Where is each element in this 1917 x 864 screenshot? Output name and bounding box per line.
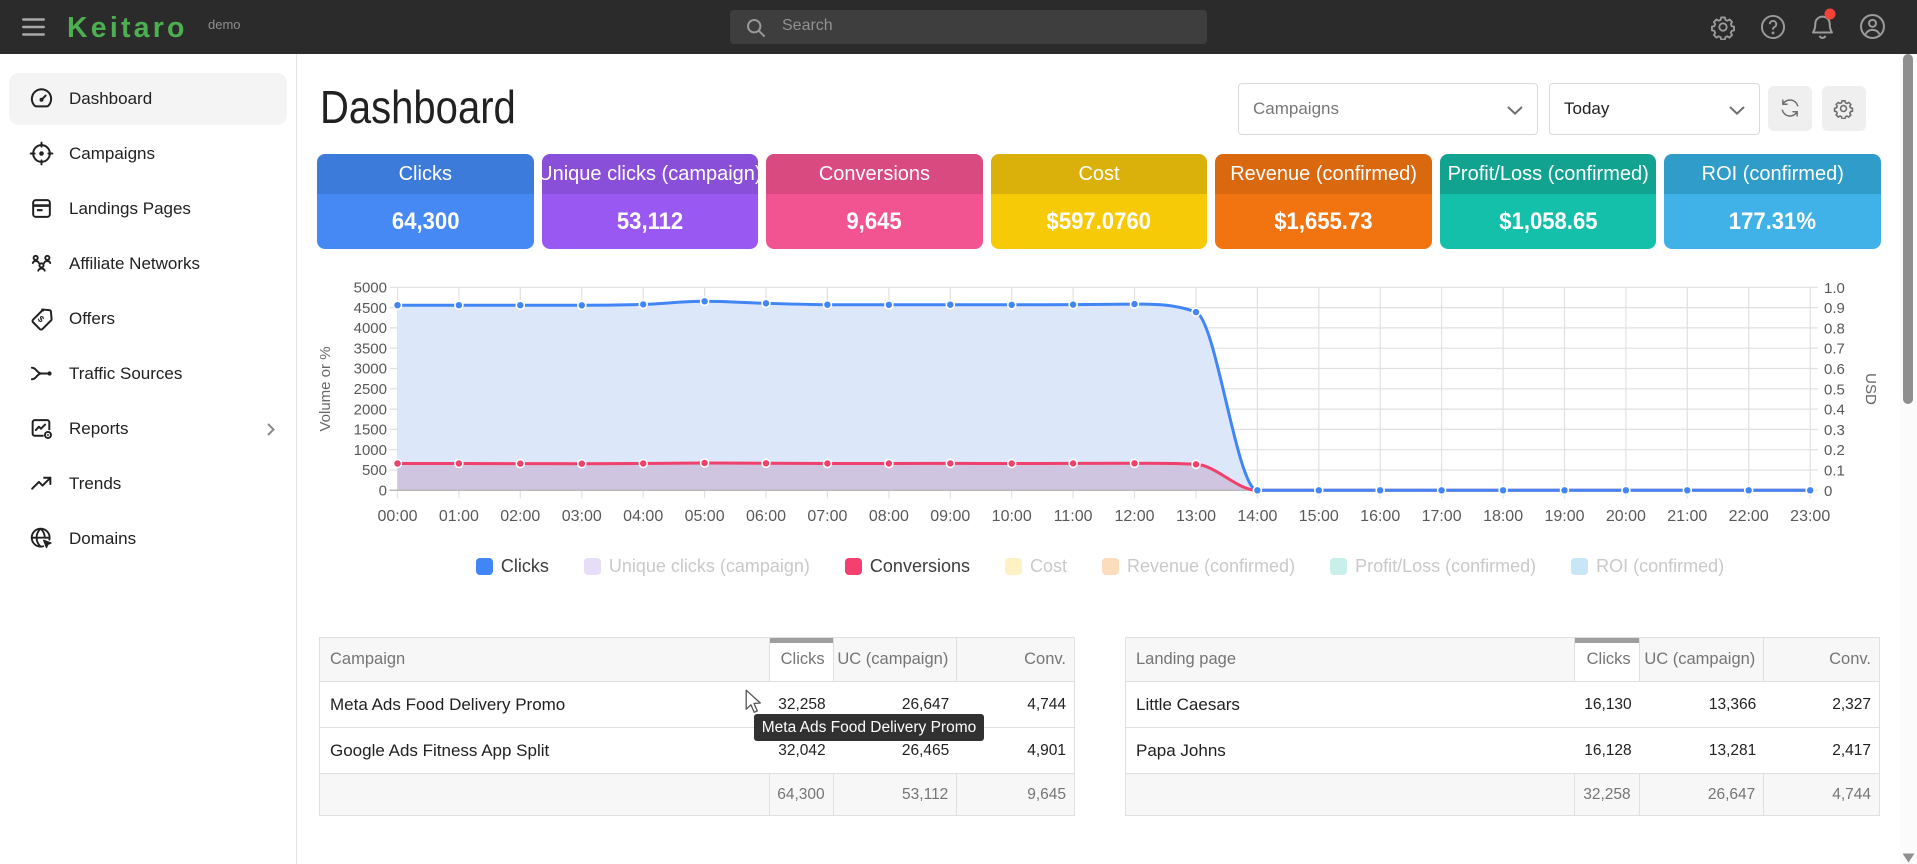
- svg-text:0.4: 0.4: [1824, 402, 1845, 419]
- svg-text:14:00: 14:00: [1237, 508, 1277, 525]
- svg-text:500: 500: [362, 462, 387, 479]
- svg-text:0.8: 0.8: [1824, 320, 1845, 337]
- svg-text:0.1: 0.1: [1824, 463, 1845, 480]
- svg-text:01:00: 01:00: [439, 508, 479, 525]
- svg-text:0.6: 0.6: [1824, 361, 1845, 378]
- svg-text:3000: 3000: [354, 361, 387, 378]
- svg-text:08:00: 08:00: [869, 508, 909, 525]
- svg-text:Volume or %: Volume or %: [317, 346, 334, 431]
- svg-text:16:00: 16:00: [1360, 508, 1400, 525]
- svg-text:2500: 2500: [354, 381, 387, 398]
- svg-text:00:00: 00:00: [377, 508, 417, 525]
- svg-text:0.5: 0.5: [1824, 381, 1845, 398]
- svg-text:3500: 3500: [354, 340, 387, 357]
- svg-text:0: 0: [1824, 483, 1832, 500]
- svg-text:22:00: 22:00: [1729, 508, 1769, 525]
- svg-text:5000: 5000: [354, 280, 387, 297]
- svg-text:18:00: 18:00: [1483, 508, 1523, 525]
- svg-text:15:00: 15:00: [1299, 508, 1339, 525]
- svg-text:03:00: 03:00: [562, 508, 602, 525]
- svg-text:20:00: 20:00: [1606, 508, 1646, 525]
- svg-text:0.3: 0.3: [1824, 422, 1845, 439]
- svg-text:4000: 4000: [354, 320, 387, 337]
- svg-text:0.2: 0.2: [1824, 442, 1845, 459]
- svg-text:02:00: 02:00: [500, 508, 540, 525]
- svg-text:0.7: 0.7: [1824, 341, 1845, 358]
- svg-text:04:00: 04:00: [623, 508, 663, 525]
- svg-text:17:00: 17:00: [1422, 508, 1462, 525]
- svg-text:1000: 1000: [354, 442, 387, 459]
- svg-text:23:00: 23:00: [1790, 508, 1830, 525]
- svg-text:05:00: 05:00: [685, 508, 725, 525]
- svg-text:USD: USD: [1862, 373, 1879, 405]
- svg-text:1500: 1500: [354, 422, 387, 439]
- svg-text:2000: 2000: [354, 401, 387, 418]
- svg-text:10:00: 10:00: [992, 508, 1032, 525]
- svg-text:19:00: 19:00: [1544, 508, 1584, 525]
- svg-text:4500: 4500: [354, 300, 387, 317]
- svg-text:07:00: 07:00: [807, 508, 847, 525]
- svg-text:06:00: 06:00: [746, 508, 786, 525]
- svg-text:11:00: 11:00: [1054, 508, 1093, 525]
- svg-text:12:00: 12:00: [1114, 508, 1154, 525]
- svg-text:0: 0: [379, 483, 387, 500]
- svg-text:09:00: 09:00: [930, 508, 970, 525]
- svg-text:13:00: 13:00: [1176, 508, 1216, 525]
- svg-text:0.9: 0.9: [1824, 300, 1845, 317]
- svg-text:21:00: 21:00: [1667, 508, 1707, 525]
- svg-text:1.0: 1.0: [1824, 280, 1845, 297]
